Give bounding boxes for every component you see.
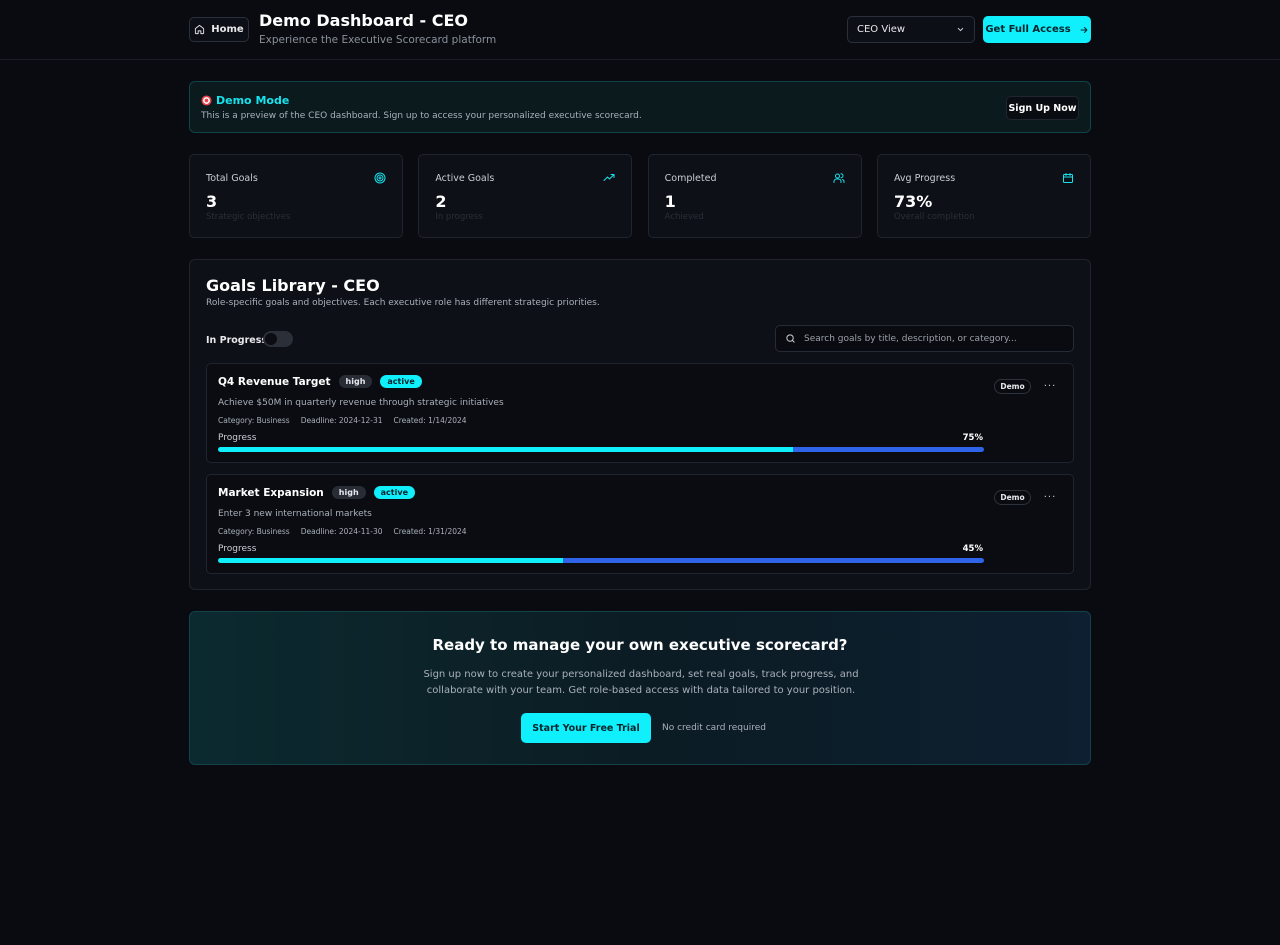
goal-card-market-expansion[interactable]: Market Expansion high active Enter 3 new… bbox=[206, 474, 1074, 574]
home-label: Home bbox=[211, 24, 244, 35]
cta-title: Ready to manage your own executive score… bbox=[432, 636, 848, 654]
goal-description: Enter 3 new international markets bbox=[218, 509, 372, 519]
sign-up-now-button[interactable]: Sign Up Now bbox=[1006, 96, 1079, 120]
stats-row: Total Goals 3 Strategic objectives Activ… bbox=[189, 154, 1091, 238]
home-icon bbox=[195, 24, 205, 35]
goal-description: Achieve $50M in quarterly revenue throug… bbox=[218, 398, 504, 408]
demo-badge: Demo bbox=[994, 490, 1031, 505]
top-header: Home Demo Dashboard - CEO Experience the… bbox=[0, 0, 1280, 60]
demo-mode-banner: Demo Mode This is a preview of the CEO d… bbox=[189, 81, 1091, 133]
goal-category: Category: Business bbox=[218, 527, 290, 536]
more-options-button[interactable]: ··· bbox=[1041, 377, 1059, 395]
library-title: Goals Library - CEO bbox=[206, 276, 380, 295]
stat-label: Active Goals bbox=[435, 173, 495, 184]
stat-card-total-goals: Total Goals 3 Strategic objectives bbox=[189, 154, 403, 238]
status-badge: active bbox=[373, 486, 415, 499]
stat-card-avg-progress: Avg Progress 73% Overall completion bbox=[876, 154, 1091, 238]
stat-card-completed: Completed 1 Achieved bbox=[647, 154, 862, 238]
demo-mode-text: This is a preview of the CEO dashboard. … bbox=[201, 111, 642, 121]
progress-bar bbox=[218, 558, 984, 563]
progress-label: Progress bbox=[218, 433, 257, 443]
more-options-button[interactable]: ··· bbox=[1041, 488, 1059, 506]
progress-value: 75% bbox=[962, 433, 983, 443]
demo-mode-title: Demo Mode bbox=[201, 94, 289, 107]
page-title: Demo Dashboard - CEO bbox=[259, 11, 468, 30]
goal-meta: Category: Business Deadline: 2024-11-30 … bbox=[218, 527, 467, 536]
arrow-right-icon bbox=[1080, 26, 1088, 33]
demo-mode-title-text: Demo Mode bbox=[216, 94, 290, 107]
role-view-value: CEO View bbox=[857, 24, 906, 35]
signup-cta-panel: Ready to manage your own executive score… bbox=[189, 611, 1091, 765]
get-full-access-button[interactable]: Get Full Access bbox=[983, 16, 1091, 43]
chevron-down-icon bbox=[957, 27, 964, 32]
demo-badge: Demo bbox=[994, 379, 1031, 394]
library-description: Role-specific goals and objectives. Each… bbox=[206, 298, 600, 308]
home-button[interactable]: Home bbox=[189, 17, 249, 42]
page-subtitle: Experience the Executive Scorecard platf… bbox=[259, 34, 497, 46]
status-badge: active bbox=[380, 375, 422, 388]
target-icon bbox=[374, 172, 386, 184]
in-progress-filter-label: In Progress bbox=[206, 335, 268, 346]
stat-value: 3 bbox=[206, 192, 218, 211]
stat-desc: Strategic objectives bbox=[206, 212, 291, 222]
goal-created: Created: 1/14/2024 bbox=[393, 416, 467, 425]
start-free-trial-button[interactable]: Start Your Free Trial bbox=[521, 713, 651, 743]
stat-label: Total Goals bbox=[206, 173, 258, 184]
stat-card-active-goals: Active Goals 2 In progress bbox=[418, 154, 633, 238]
goal-title: Market Expansion bbox=[218, 486, 324, 499]
stat-label: Avg Progress bbox=[893, 173, 956, 184]
stat-value: 73% bbox=[893, 192, 933, 211]
goal-deadline: Deadline: 2024-11-30 bbox=[300, 527, 383, 536]
no-credit-card-note: No credit card required bbox=[662, 723, 766, 733]
stat-desc: In progress bbox=[435, 212, 483, 222]
stat-value: 1 bbox=[664, 192, 676, 211]
users-icon bbox=[833, 173, 845, 183]
calendar-icon bbox=[1062, 173, 1073, 183]
progress-bar-fill bbox=[218, 447, 793, 452]
stat-desc: Overall completion bbox=[893, 212, 975, 222]
stat-value: 2 bbox=[435, 192, 447, 211]
goal-search-box[interactable] bbox=[775, 325, 1074, 352]
stat-desc: Achieved bbox=[664, 212, 704, 222]
goal-header: Q4 Revenue Target high active bbox=[218, 375, 422, 388]
goal-header: Market Expansion high active bbox=[218, 486, 415, 499]
trending-up-icon bbox=[603, 174, 615, 181]
more-horizontal-icon: ··· bbox=[1043, 380, 1057, 392]
search-icon bbox=[786, 334, 795, 343]
role-view-select[interactable]: CEO View bbox=[847, 16, 975, 43]
priority-badge: high bbox=[338, 375, 373, 388]
progress-value: 45% bbox=[962, 544, 983, 554]
goal-title: Q4 Revenue Target bbox=[218, 375, 331, 388]
toggle-knob bbox=[265, 333, 277, 345]
goal-search-input[interactable] bbox=[804, 333, 1064, 344]
priority-badge: high bbox=[331, 486, 366, 499]
cta-text: Sign up now to create your personalized … bbox=[423, 669, 859, 696]
progress-label: Progress bbox=[218, 544, 257, 554]
get-full-access-label: Get Full Access bbox=[985, 24, 1071, 35]
in-progress-toggle[interactable] bbox=[263, 331, 293, 347]
goal-category: Category: Business bbox=[218, 416, 290, 425]
progress-bar-fill bbox=[218, 558, 563, 563]
more-horizontal-icon: ··· bbox=[1043, 491, 1057, 503]
target-emoji-icon bbox=[201, 95, 212, 106]
goal-created: Created: 1/31/2024 bbox=[393, 527, 467, 536]
goal-meta: Category: Business Deadline: 2024-12-31 … bbox=[218, 416, 467, 425]
stat-label: Completed bbox=[664, 173, 717, 184]
goal-deadline: Deadline: 2024-12-31 bbox=[300, 416, 383, 425]
progress-bar bbox=[218, 447, 984, 452]
goals-library: Goals Library - CEO Role-specific goals … bbox=[189, 259, 1091, 590]
goal-card-q4-revenue[interactable]: Q4 Revenue Target high active Achieve $5… bbox=[206, 363, 1074, 463]
